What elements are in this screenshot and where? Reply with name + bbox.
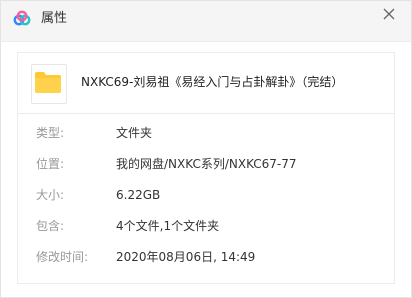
- property-row-size: 大小: 6.22GB: [18, 183, 394, 207]
- property-label: 大小:: [36, 188, 65, 202]
- property-row-contains: 包含: 4个文件,1个文件夹: [18, 214, 394, 238]
- dialog-title: 属性: [41, 11, 68, 26]
- property-row-location: 位置: 我的网盘/NXKC系列/NXKC67-77: [18, 152, 394, 176]
- property-label: 修改时间:: [36, 250, 89, 264]
- property-value: 2020年08月06日, 14:49: [116, 250, 256, 264]
- property-value: 6.22GB: [116, 188, 161, 202]
- property-row-modified: 修改时间: 2020年08月06日, 14:49: [18, 245, 394, 269]
- property-row-type: 类型: 文件夹: [18, 121, 394, 145]
- property-label: 包含:: [36, 219, 65, 233]
- property-label: 位置:: [36, 157, 65, 171]
- properties-dialog: 属性 NXKC69-刘易祖《易经入门与占卦解卦》（完结） 类型: 文件夹 位置:…: [0, 0, 412, 298]
- file-name: NXKC69-刘易祖《易经入门与占卦解卦》（完结）: [81, 75, 344, 89]
- file-header: NXKC69-刘易祖《易经入门与占卦解卦》（完结）: [18, 53, 394, 114]
- folder-icon: [31, 64, 67, 104]
- property-value: 文件夹: [116, 126, 153, 140]
- close-icon[interactable]: [380, 5, 398, 23]
- property-value: 4个文件,1个文件夹: [116, 219, 220, 233]
- baidu-netdisk-cloud-icon: [12, 9, 32, 29]
- property-value: 我的网盘/NXKC系列/NXKC67-77: [116, 157, 297, 171]
- title-bar[interactable]: 属性: [1, 1, 411, 42]
- properties-panel: NXKC69-刘易祖《易经入门与占卦解卦》（完结） 类型: 文件夹 位置: 我的…: [17, 52, 395, 284]
- property-label: 类型:: [36, 126, 65, 140]
